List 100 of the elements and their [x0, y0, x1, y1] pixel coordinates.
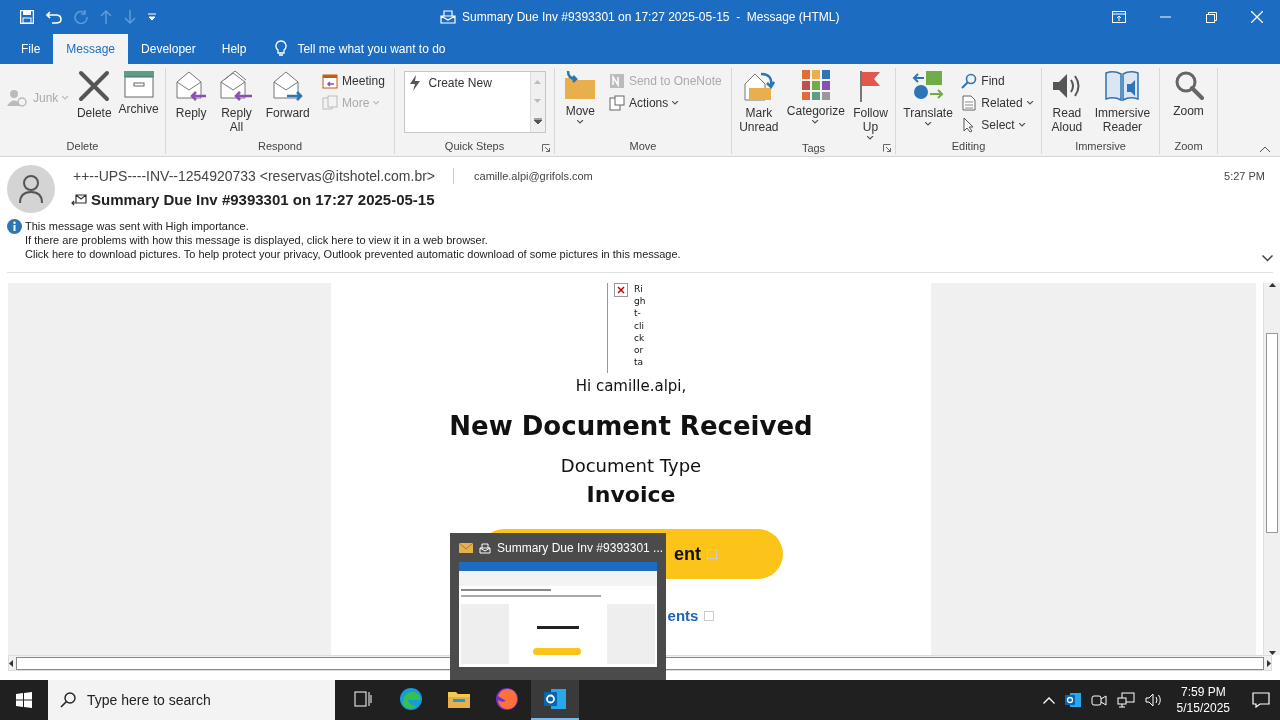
- ribbon-button[interactable]: Immersive Reader: [1091, 68, 1154, 136]
- translate-icon: [912, 70, 945, 102]
- outlook-tray-button[interactable]: [1064, 692, 1081, 708]
- ribbon-tab[interactable]: Help: [208, 34, 260, 64]
- scroll-right-icon: [1267, 659, 1271, 667]
- ribbon-button[interactable]: Delete: [74, 68, 115, 122]
- quick-step-item[interactable]: Create New: [408, 75, 492, 91]
- ribbon-button[interactable]: Find: [958, 70, 1037, 92]
- mark-unread-icon: [742, 70, 775, 102]
- ribbon-button[interactable]: Categorize: [783, 68, 848, 126]
- notifications-button[interactable]: [1252, 692, 1270, 708]
- mail-app-icon: [543, 688, 567, 710]
- ribbon-button[interactable]: Archive: [116, 68, 161, 118]
- volume-icon: [1144, 692, 1163, 708]
- ribbon-tab[interactable]: Message: [53, 34, 129, 64]
- windows-icon: [16, 692, 32, 708]
- sent-time: 5:27 PM: [1224, 170, 1265, 182]
- ribbon-button[interactable]: Forward: [262, 68, 313, 122]
- ribbon-button[interactable]: Follow Up: [850, 68, 891, 142]
- group-label: Respond: [257, 140, 302, 154]
- greeting: Hi camille.alpi,: [575, 377, 687, 395]
- expand-header-button[interactable]: [1262, 255, 1273, 262]
- save-button[interactable]: [20, 10, 34, 24]
- more-icon: [322, 95, 339, 111]
- launcher-icon: [542, 144, 550, 152]
- collapse-ribbon-button[interactable]: [1258, 144, 1272, 154]
- ribbon-button[interactable]: Actions: [605, 92, 725, 114]
- document-type-value: Invoice: [586, 482, 676, 507]
- up-arrow-icon: [100, 10, 112, 24]
- info-icon: [7, 219, 22, 234]
- caret-icon: [62, 96, 70, 100]
- chevron-up-icon: [1042, 696, 1055, 704]
- sender: ++--UPS----INV--1254920733 <reservas@itshotel.com.br>: [73, 168, 455, 184]
- reply-icon: [175, 70, 208, 102]
- show-hidden-icons-button[interactable]: [1042, 696, 1055, 704]
- reply-all-icon: [219, 70, 254, 102]
- message-icon: [479, 542, 491, 554]
- group-label: Editing: [951, 140, 986, 154]
- meet-now-button[interactable]: [1090, 692, 1107, 708]
- close-icon: [1251, 11, 1263, 23]
- ribbon-button[interactable]: Translate: [900, 68, 956, 128]
- document-icon: [961, 95, 978, 111]
- ribbon-button[interactable]: Read Aloud: [1047, 68, 1086, 136]
- caret-icon: [924, 122, 932, 126]
- ribbon-button[interactable]: Meeting: [319, 70, 388, 92]
- customize-toolbar-button[interactable]: [148, 13, 156, 21]
- ribbon-button[interactable]: Mark Unread: [736, 68, 782, 136]
- clock[interactable]: 7:59 PM 5/15/2025: [1172, 684, 1234, 716]
- ribbon-button[interactable]: Related: [958, 92, 1037, 114]
- ribbon-button[interactable]: Select: [958, 114, 1037, 136]
- move-folder-icon: [564, 70, 597, 100]
- network-icon: [1116, 692, 1135, 708]
- window-title: Summary Due Inv #9393301 on 17:27 2025-05-15 - Message (HTML): [462, 10, 840, 24]
- vertical-scrollbar[interactable]: [1263, 283, 1280, 655]
- scroll-down-icon: [534, 99, 541, 103]
- launcher-icon: [883, 144, 891, 152]
- ribbon-button[interactable]: Zoom: [1169, 68, 1208, 120]
- preview-title: Summary Due Inv #9393301 ...: [497, 541, 664, 555]
- category-grid-icon: [801, 70, 830, 100]
- info-line[interactable]: If there are problems with how this message is displayed, click here to view it in a web browser.: [9, 233, 681, 247]
- forward-icon: [271, 70, 304, 102]
- scroll-left-icon: [9, 659, 13, 667]
- recipient: camille.alpi@grifols.com: [474, 170, 594, 182]
- undo-icon: [46, 10, 62, 24]
- broken-image-icon: [704, 610, 715, 621]
- taskbar-search-field[interactable]: Type here to search: [48, 680, 335, 720]
- flag-icon: [858, 70, 883, 102]
- taskbar-app[interactable]: [531, 680, 579, 720]
- delete-icon: [78, 70, 111, 102]
- ribbon-tab[interactable]: Developer: [128, 34, 209, 64]
- fox-browser-icon: [495, 687, 519, 711]
- redo-icon: [74, 10, 88, 24]
- lightning-icon: [408, 75, 421, 91]
- caret-icon: [576, 120, 584, 124]
- onenote-icon: [608, 73, 625, 89]
- info-line[interactable]: Click here to download pictures. To help protect your privacy, Outlook prevented automatic download of some pictures in this message.: [9, 247, 681, 261]
- dialog-launcher[interactable]: [542, 144, 550, 152]
- ribbon-button[interactable]: Reply All: [216, 68, 257, 136]
- ribbon-tab[interactable]: File: [8, 34, 54, 64]
- caret-icon: [812, 120, 820, 124]
- tell-me-field[interactable]: Tell me what you want to do: [297, 42, 498, 56]
- caret-icon: [1018, 123, 1026, 127]
- person-icon: [7, 89, 29, 107]
- volume-button[interactable]: [1144, 692, 1163, 708]
- collapse-icon: [1260, 146, 1270, 152]
- email-heading: New Document Received: [449, 411, 813, 441]
- undo-button[interactable]: [46, 10, 62, 24]
- save-icon: [20, 10, 34, 24]
- camera-icon: [1090, 692, 1107, 708]
- taskbar-preview-tooltip[interactable]: Summary Due Inv #9393301 ...: [450, 533, 666, 680]
- group-label: Zoom: [1174, 140, 1203, 154]
- ribbon-button[interactable]: Move: [561, 68, 600, 126]
- caret-icon: [672, 101, 680, 105]
- ribbon-button[interactable]: Reply: [172, 68, 211, 122]
- dialog-launcher[interactable]: [883, 144, 891, 152]
- link[interactable]: ents: [667, 607, 699, 624]
- lightbulb-icon: [275, 40, 288, 58]
- restore-icon: [1205, 11, 1217, 23]
- group-label: Move: [629, 140, 657, 154]
- network-button[interactable]: [1116, 692, 1135, 708]
